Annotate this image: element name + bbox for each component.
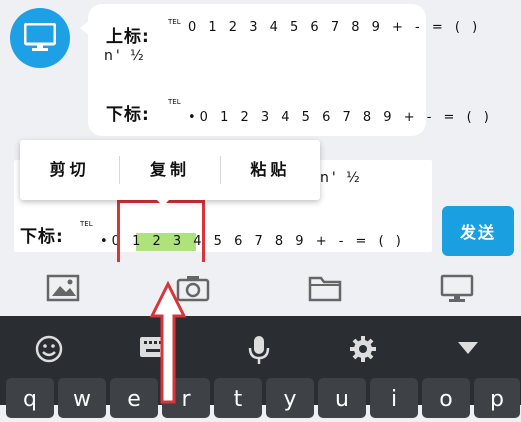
key-y[interactable]: y — [266, 378, 314, 418]
key-q[interactable]: q — [6, 378, 54, 418]
superscript-digits: 0 1 2 3 4 5 6 7 8 9 + - = ( ) — [188, 20, 482, 35]
key-p[interactable]: p — [474, 378, 520, 418]
folder-icon[interactable] — [308, 274, 342, 302]
subscript-digits: •0 1 2 3 4 5 6 7 8 9 + - = ( ) — [188, 110, 493, 125]
cut-menu-item[interactable]: 剪切 — [20, 156, 121, 184]
monitor-icon[interactable] — [440, 274, 474, 304]
emoji-icon[interactable] — [34, 334, 64, 364]
key-t[interactable]: t — [214, 378, 262, 418]
paste-menu-item[interactable]: 粘贴 — [221, 156, 320, 184]
key-u[interactable]: u — [318, 378, 366, 418]
copy-menu-item[interactable]: 复制 — [120, 156, 221, 184]
annotation-highlight-box — [117, 200, 205, 270]
superscript-extra: n' ½ — [104, 48, 147, 64]
mic-icon[interactable] — [246, 334, 272, 366]
collapse-icon[interactable] — [456, 334, 480, 358]
input-subscript-label: 下标: — [20, 227, 64, 247]
subscript-tel: TEL — [168, 98, 181, 106]
monitor-icon — [24, 23, 56, 51]
annotation-arrow — [149, 280, 187, 404]
key-o[interactable]: o — [422, 378, 470, 418]
subscript-label: 下标: — [106, 105, 150, 125]
input-extra-text: n' ½ — [320, 170, 363, 186]
avatar[interactable] — [10, 8, 70, 68]
superscript-label: 上标: — [106, 27, 150, 47]
send-button[interactable]: 发送 — [442, 206, 514, 256]
image-icon[interactable] — [46, 274, 80, 302]
context-menu-pointer — [155, 198, 171, 206]
superscript-tel: TEL — [168, 18, 181, 26]
input-subscript-tel: TEL — [80, 220, 93, 228]
settings-icon[interactable] — [348, 334, 378, 364]
context-menu: 剪切 复制 粘贴 — [20, 140, 320, 200]
key-w[interactable]: w — [58, 378, 106, 418]
message-bubble[interactable]: 上标: TEL 0 1 2 3 4 5 6 7 8 9 + - = ( ) n'… — [88, 4, 489, 136]
key-i[interactable]: i — [370, 378, 418, 418]
